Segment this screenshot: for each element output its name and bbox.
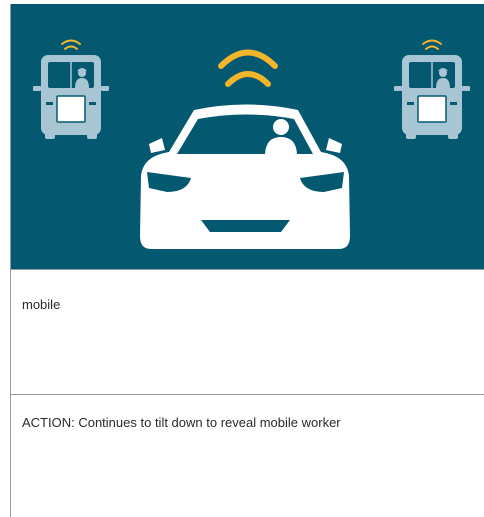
utility-truck-icon [394,39,470,139]
action-text: ACTION: Continues to tilt down to reveal… [22,415,341,430]
row-divider [11,269,484,270]
illustration-panel [11,4,484,269]
connected-car-icon [140,104,350,249]
wireless-signal-icon [218,49,278,87]
caption-text: mobile [22,297,61,312]
utility-truck-icon [33,39,109,139]
connected-vehicles-illustration [33,39,470,249]
storyboard-frame: mobile ACTION: Continues to tilt down to… [10,4,484,517]
row-divider [11,394,484,395]
